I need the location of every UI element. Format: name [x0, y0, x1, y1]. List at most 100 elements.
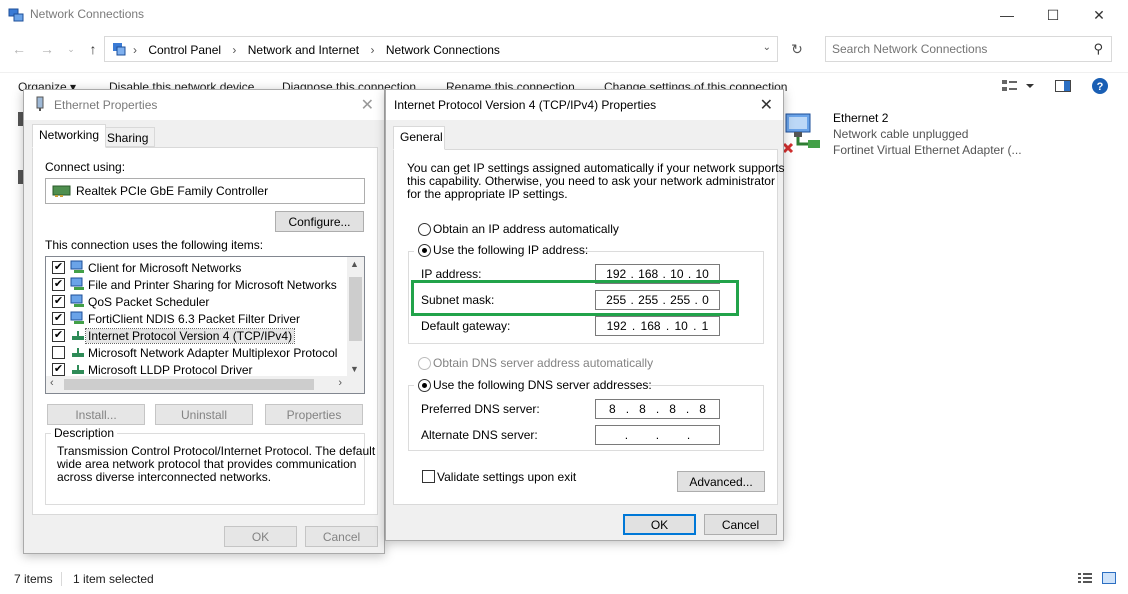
- obtain-ip-auto-radio[interactable]: [418, 223, 431, 236]
- use-following-ip-label[interactable]: Use the following IP address:: [433, 243, 588, 257]
- item-checkbox[interactable]: ✔: [52, 278, 65, 291]
- preferred-dns-input[interactable]: 8. 8. 8. 8: [595, 399, 720, 419]
- ok-button[interactable]: OK: [224, 526, 297, 547]
- description-label: Description: [51, 426, 118, 440]
- validate-checkbox[interactable]: [422, 470, 435, 483]
- list-item[interactable]: ✔ QoS Packet Scheduler: [50, 293, 340, 310]
- intro-line-3: for the appropriate IP settings.: [407, 187, 568, 201]
- minimize-button[interactable]: —: [984, 0, 1030, 30]
- default-gateway-input[interactable]: 192. 168. 10. 1: [595, 316, 720, 336]
- preview-pane-icon[interactable]: [1054, 77, 1072, 95]
- item-label: Microsoft Network Adapter Multiplexor Pr…: [88, 346, 338, 360]
- details-view-icon[interactable]: [1077, 571, 1093, 585]
- ip-octet-3: 10: [670, 267, 684, 281]
- properties-button[interactable]: Properties: [265, 404, 363, 425]
- alternate-dns-label: Alternate DNS server:: [421, 428, 538, 442]
- uninstall-button[interactable]: Uninstall: [155, 404, 253, 425]
- horizontal-scrollbar[interactable]: ‹ ›: [46, 376, 364, 393]
- vertical-scrollbar[interactable]: ▲ ▼: [347, 257, 364, 376]
- list-item[interactable]: ✔ File and Printer Sharing for Microsoft…: [50, 276, 340, 293]
- cancel-button[interactable]: Cancel: [704, 514, 777, 535]
- list-item[interactable]: ✔ Client for Microsoft Networks: [50, 259, 340, 276]
- close-icon[interactable]: ✕: [760, 95, 773, 115]
- use-following-dns-radio[interactable]: [418, 379, 431, 392]
- close-window-button[interactable]: ✕: [1076, 0, 1122, 30]
- ok-button[interactable]: OK: [623, 514, 696, 535]
- gw-octet-3: 10: [674, 319, 688, 333]
- dialog-title: Ethernet Properties: [54, 98, 158, 112]
- breadcrumb-network-connections[interactable]: Network Connections: [386, 43, 500, 57]
- ip-octet-2: 168: [638, 267, 659, 281]
- item-label: Client for Microsoft Networks: [88, 261, 242, 275]
- item-checkbox[interactable]: [52, 346, 65, 359]
- tab-networking[interactable]: Networking: [32, 124, 107, 148]
- recent-dropdown-icon[interactable]: ⌄: [62, 40, 80, 58]
- list-item[interactable]: ✔ Internet Protocol Version 4 (TCP/IPv4): [50, 327, 340, 344]
- item-count: 7 items: [14, 572, 53, 586]
- obtain-dns-auto-radio[interactable]: [418, 357, 431, 370]
- breadcrumb-network-and-internet[interactable]: Network and Internet: [248, 43, 359, 57]
- pdns-octet-2: 8: [639, 402, 646, 416]
- large-icons-view-icon[interactable]: [1101, 571, 1117, 585]
- back-arrow-icon[interactable]: ←: [10, 40, 28, 58]
- item-checkbox[interactable]: ✔: [52, 312, 65, 325]
- help-icon[interactable]: ?: [1091, 77, 1109, 95]
- forward-arrow-icon[interactable]: →: [38, 40, 56, 58]
- item-checkbox[interactable]: ✔: [52, 295, 65, 308]
- change-view-icon[interactable]: [1000, 77, 1040, 95]
- connection-item-ethernet-2[interactable]: Ethernet 2 Network cable unplugged Forti…: [780, 108, 1080, 160]
- adapter-box: Realtek PCIe GbE Family Controller: [45, 178, 365, 204]
- status-bar: 7 items 1 item selected: [0, 568, 1128, 590]
- pdns-octet-4: 8: [699, 402, 706, 416]
- chevron-down-icon[interactable]: ⌄: [763, 42, 771, 53]
- ip-octet-4: 10: [695, 267, 709, 281]
- obtain-dns-auto-label[interactable]: Obtain DNS server address automatically: [433, 356, 653, 370]
- scroll-up-icon[interactable]: ▲: [350, 259, 359, 269]
- network-adapter-icon: [36, 96, 44, 111]
- use-following-ip-radio[interactable]: [418, 244, 431, 257]
- item-checkbox[interactable]: ✔: [52, 261, 65, 274]
- obtain-ip-auto-label[interactable]: Obtain an IP address automatically: [433, 222, 619, 236]
- item-label: File and Printer Sharing for Microsoft N…: [88, 278, 337, 292]
- items-list[interactable]: ✔ Client for Microsoft Networks ✔ File a…: [45, 256, 365, 394]
- ethernet-properties-titlebar: Ethernet Properties ✕: [24, 90, 384, 120]
- up-arrow-icon[interactable]: ↑: [84, 40, 102, 58]
- item-checkbox[interactable]: ✔: [52, 329, 65, 342]
- item-label: Internet Protocol Version 4 (TCP/IPv4): [84, 328, 296, 344]
- scroll-right-icon[interactable]: ›: [338, 377, 342, 389]
- alternate-dns-input[interactable]: . . .: [595, 425, 720, 445]
- ipv4-properties-titlebar: Internet Protocol Version 4 (TCP/IPv4) P…: [386, 90, 783, 120]
- use-following-dns-label[interactable]: Use the following DNS server addresses:: [433, 378, 652, 392]
- search-input[interactable]: [832, 41, 1082, 57]
- address-bar[interactable]: › Control Panel › Network and Internet ›…: [104, 36, 778, 62]
- maximize-button[interactable]: ☐: [1030, 0, 1076, 30]
- scroll-down-icon[interactable]: ▼: [350, 364, 359, 374]
- scroll-thumb[interactable]: [349, 277, 362, 341]
- hscroll-thumb[interactable]: [64, 379, 314, 390]
- general-panel: You can get IP settings assigned automat…: [393, 149, 785, 505]
- item-label: Microsoft LLDP Protocol Driver: [88, 363, 253, 377]
- cancel-button[interactable]: Cancel: [305, 526, 378, 547]
- search-box[interactable]: ⚲: [825, 36, 1112, 62]
- configure-button[interactable]: Configure...: [275, 211, 364, 232]
- advanced-button[interactable]: Advanced...: [677, 471, 765, 492]
- list-item[interactable]: Microsoft Network Adapter Multiplexor Pr…: [50, 344, 340, 361]
- subnet-mask-highlight: [411, 280, 739, 316]
- validate-label[interactable]: Validate settings upon exit: [437, 470, 576, 484]
- connection-name: Ethernet 2: [833, 111, 889, 125]
- tab-general[interactable]: General: [393, 126, 445, 150]
- install-button[interactable]: Install...: [47, 404, 145, 425]
- item-checkbox[interactable]: ✔: [52, 363, 65, 376]
- breadcrumb-control-panel[interactable]: Control Panel: [148, 43, 221, 57]
- scroll-left-icon[interactable]: ‹: [50, 377, 54, 389]
- pdns-octet-1: 8: [609, 402, 616, 416]
- list-item[interactable]: ✔ FortiClient NDIS 6.3 Packet Filter Dri…: [50, 310, 340, 327]
- ethernet-properties-dialog: Ethernet Properties ✕ Networking Sharing…: [23, 89, 385, 554]
- tab-sharing[interactable]: Sharing: [100, 127, 156, 147]
- network-service-icon: [70, 311, 84, 324]
- refresh-icon[interactable]: ↻: [786, 36, 808, 62]
- svg-text:?: ?: [1097, 81, 1104, 93]
- explorer-titlebar: Network Connections — ☐ ✕: [0, 0, 1128, 30]
- search-icon: ⚲: [1093, 41, 1103, 56]
- close-icon[interactable]: ✕: [361, 95, 374, 115]
